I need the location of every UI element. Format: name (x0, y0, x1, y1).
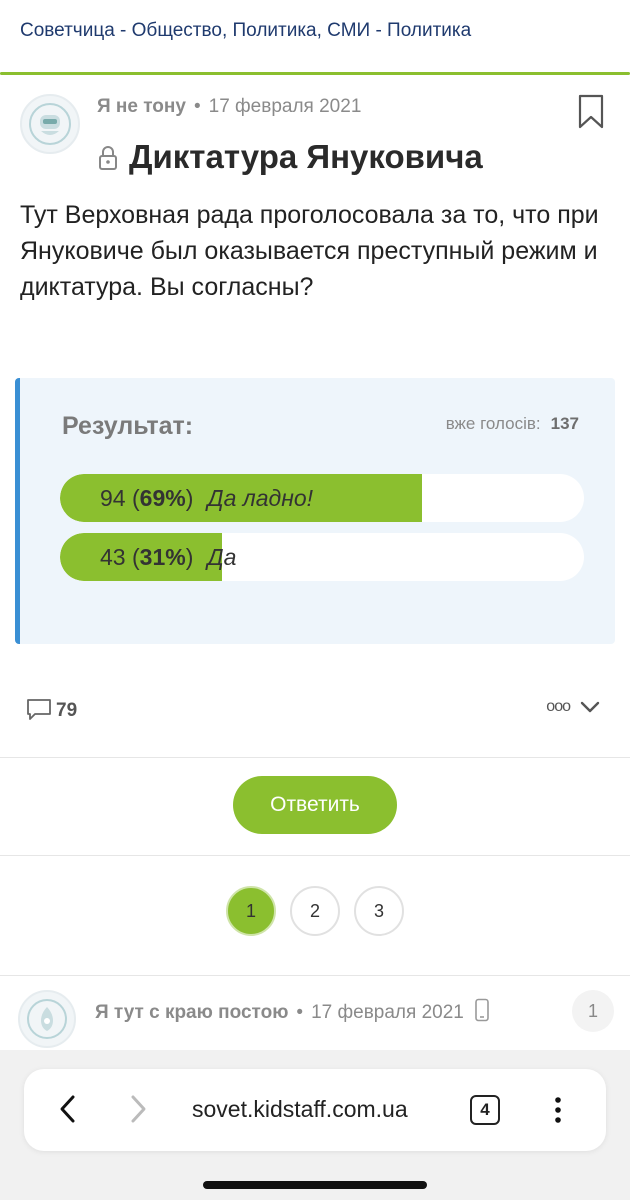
post-author[interactable]: Я не тону (97, 96, 186, 117)
comment-avatar[interactable] (18, 990, 76, 1048)
poll-results: Результат: вже голосів: 137 94 (69%) Да ла… (15, 378, 615, 644)
post-actions: 79 ooo (0, 690, 630, 730)
comment-author[interactable]: Я тут с краю постою (95, 1002, 288, 1024)
browser-menu-icon[interactable] (554, 1096, 562, 1129)
avatar[interactable] (20, 94, 80, 154)
poll-option-percent: 69% (139, 485, 186, 511)
forward-arrow-icon[interactable] (126, 1094, 150, 1129)
comment-icon[interactable] (26, 698, 52, 727)
post-meta: Я не тону • 17 февраля 2021 (97, 96, 361, 118)
comment-number-badge: 1 (572, 990, 614, 1032)
pagination: 1 2 3 (226, 886, 404, 936)
poll-title: Результат: (62, 412, 194, 440)
tabs-count-button[interactable]: 4 (470, 1095, 500, 1125)
back-arrow-icon[interactable] (56, 1094, 80, 1129)
more-options-icon[interactable]: ooo (546, 698, 571, 716)
post-title-row: Диктатура Януковича (97, 138, 483, 176)
poll-option-bar: 94 (69%) Да ладно! (60, 474, 584, 522)
post-body: Тут Верховная рада проголосовала за то, … (20, 201, 599, 301)
post-title: Диктатура Януковича (129, 138, 483, 175)
poll-votes: вже голосів: 137 (446, 414, 579, 434)
page-button-3[interactable]: 3 (354, 886, 404, 936)
poll-option-percent: 31% (139, 544, 186, 570)
meta-separator: • (193, 96, 201, 117)
poll-option-count: 43 (100, 544, 126, 570)
breadcrumb[interactable]: Советчица - Общество, Политика, СМИ - По… (20, 20, 471, 42)
post-date: 17 февраля 2021 (208, 96, 362, 117)
divider (0, 757, 630, 758)
bookmark-icon[interactable] (578, 94, 604, 135)
page-button-2[interactable]: 2 (290, 886, 340, 936)
poll-option-count: 94 (100, 485, 126, 511)
page-button-1[interactable]: 1 (226, 886, 276, 936)
header-divider (0, 72, 630, 75)
comment-date: 17 февраля 2021 (311, 1002, 464, 1023)
comments-count[interactable]: 79 (56, 700, 77, 722)
poll-option-answer: Да (207, 544, 237, 570)
divider (0, 855, 630, 856)
lock-icon (97, 145, 119, 176)
home-indicator[interactable] (203, 1181, 427, 1189)
poll-option-label: 43 (31%) Да (100, 544, 237, 570)
poll-option-answer: Да ладно! (207, 485, 314, 511)
chevron-down-icon[interactable] (580, 700, 600, 719)
robot-avatar-icon (27, 999, 67, 1039)
meta-separator: • (296, 1002, 304, 1023)
comment-meta: Я тут с краю постою • 17 февраля 2021 (95, 998, 490, 1028)
poll-votes-label: вже голосів: (445, 414, 541, 433)
divider (0, 975, 630, 976)
poll-option-label: 94 (69%) Да ладно! (100, 485, 314, 511)
poll-votes-total: 137 (550, 414, 579, 433)
robot-avatar-icon (29, 103, 71, 145)
url-text[interactable]: sovet.kidstaff.com.ua (192, 1096, 408, 1123)
reply-button[interactable]: Ответить (233, 776, 397, 834)
mobile-phone-icon (474, 998, 490, 1028)
poll-option-bar: 43 (31%) Да (60, 533, 584, 581)
